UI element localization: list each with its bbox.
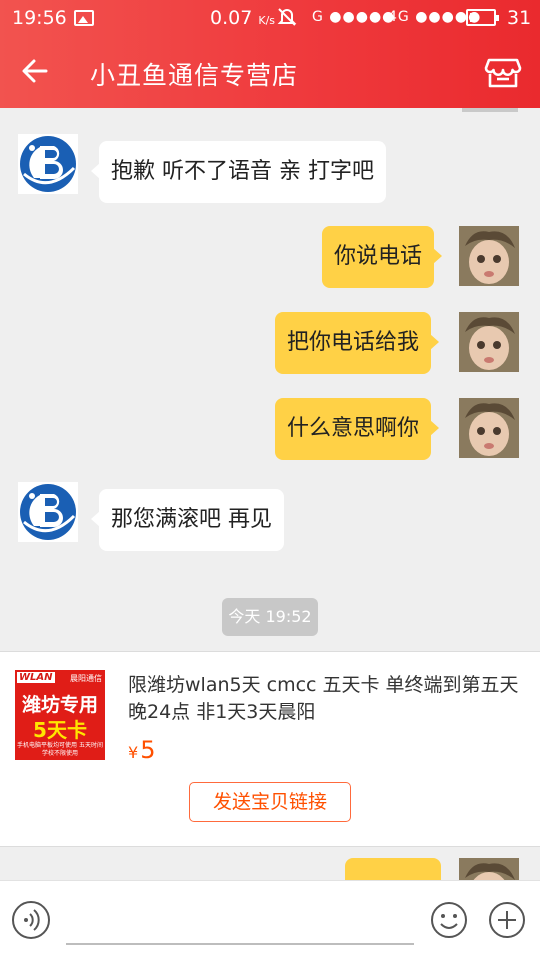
- network-speed: 0.07 K/s: [210, 7, 276, 29]
- baby-photo-icon: [459, 226, 519, 286]
- plus-icon: [489, 902, 525, 938]
- status-bar: 19:56 0.07 K/s G ●●●●● 4G ●●●●● 31: [0, 0, 540, 36]
- message-bubble[interactable]: 抱歉 听不了语音 亲 打字吧: [91, 141, 386, 203]
- header: 19:56 0.07 K/s G ●●●●● 4G ●●●●● 31 小丑鱼通信…: [0, 0, 540, 108]
- user-avatar[interactable]: [459, 398, 519, 458]
- send-item-link-button[interactable]: 发送宝贝链接: [189, 782, 351, 822]
- shop-avatar[interactable]: [18, 134, 78, 194]
- voice-icon: [24, 909, 40, 931]
- battery-level: 31: [507, 7, 532, 29]
- product-price: ¥5: [128, 736, 156, 764]
- store-button[interactable]: [483, 52, 523, 92]
- status-time: 19:56: [12, 7, 67, 29]
- user-avatar[interactable]: [459, 858, 519, 880]
- chat-area[interactable]: 抱歉 听不了语音 亲 打字吧 你说电话 把你电话给我 什么意思啊你 那您满滚吧 …: [0, 108, 540, 880]
- timestamp-badge: 今天 19:52: [222, 598, 318, 636]
- image-notification-icon: [74, 10, 94, 26]
- user-avatar[interactable]: [459, 312, 519, 372]
- emoji-icon: [431, 902, 467, 938]
- shop-logo-icon: [20, 136, 76, 192]
- product-image[interactable]: WLAN 晨阳通信 潍坊专用 5天卡 手机电脑平板均可使用 五天时间学校不限使用: [15, 670, 105, 760]
- previous-message-edge: [462, 108, 518, 112]
- mute-icon: [276, 6, 298, 33]
- baby-photo-icon: [459, 312, 519, 372]
- message-input[interactable]: [66, 943, 414, 945]
- page-title: 小丑鱼通信专营店: [90, 61, 299, 90]
- emoji-button[interactable]: [430, 901, 468, 939]
- battery-icon: [466, 9, 499, 26]
- message-bubble[interactable]: 你说电话: [322, 226, 443, 288]
- message-bubble-partial[interactable]: [345, 858, 441, 880]
- back-button[interactable]: [20, 52, 64, 92]
- baby-photo-icon: [459, 398, 519, 458]
- shop-logo-icon: [20, 484, 76, 540]
- arrow-left-icon: [22, 59, 48, 83]
- nav-bar: 小丑鱼通信专营店: [0, 36, 540, 108]
- user-avatar[interactable]: [459, 226, 519, 286]
- voice-button[interactable]: [12, 901, 50, 939]
- input-bar: [0, 880, 540, 960]
- message-bubble[interactable]: 什么意思啊你: [275, 398, 440, 460]
- signal-1: G ●●●●●: [312, 9, 396, 25]
- baby-photo-icon: [459, 858, 519, 880]
- shop-avatar[interactable]: [18, 482, 78, 542]
- more-button[interactable]: [488, 901, 526, 939]
- message-bubble[interactable]: 把你电话给我: [275, 312, 440, 374]
- product-title[interactable]: 限潍坊wlan5天 cmcc 五天卡 单终端到第五天晚24点 非1天3天晨阳: [128, 672, 528, 726]
- store-icon: [484, 58, 522, 88]
- product-card[interactable]: WLAN 晨阳通信 潍坊专用 5天卡 手机电脑平板均可使用 五天时间学校不限使用…: [0, 651, 540, 847]
- message-bubble[interactable]: 那您满滚吧 再见: [91, 489, 284, 551]
